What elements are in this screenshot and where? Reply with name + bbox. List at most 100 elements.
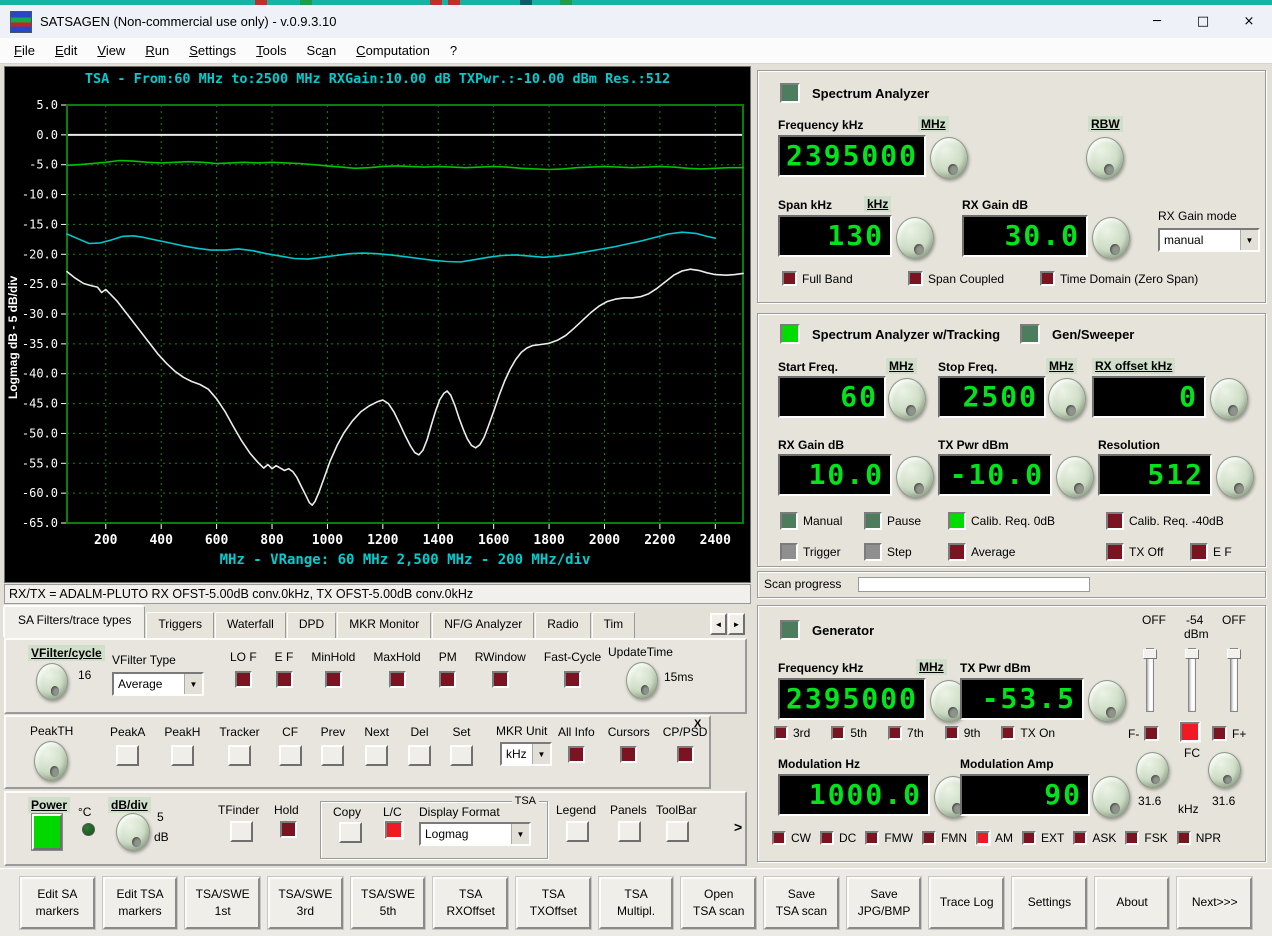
- checkbox-calib-req-40db[interactable]: Calib. Req. -40dB: [1106, 512, 1224, 530]
- menu-[interactable]: ?: [440, 39, 467, 62]
- button-open-tsa-scan[interactable]: OpenTSA scan: [681, 877, 756, 929]
- panel-close-button[interactable]: X: [694, 718, 701, 730]
- checkbox-calib-req-0db-box[interactable]: [948, 512, 966, 530]
- button-next[interactable]: [365, 745, 388, 766]
- meter-slider-center[interactable]: [1184, 648, 1201, 712]
- button-settings[interactable]: Settings: [1012, 877, 1087, 929]
- checkbox-cp-psd-box[interactable]: [677, 746, 694, 763]
- checkbox-fmw[interactable]: FMW: [865, 831, 913, 845]
- checkbox-lo-f[interactable]: LO F: [230, 650, 257, 688]
- chevron-down-icon[interactable]: ▼: [511, 824, 529, 844]
- checkbox-tx-off-box[interactable]: [1106, 543, 1124, 561]
- button-edit-sa-markers[interactable]: Edit SAmarkers: [20, 877, 95, 929]
- maximize-icon[interactable]: □: [1180, 5, 1226, 38]
- tab-waterfall[interactable]: Waterfall: [215, 612, 286, 638]
- sa-rbw-knob[interactable]: [1086, 137, 1124, 179]
- tab-dpd[interactable]: DPD: [287, 612, 336, 638]
- tab-tim[interactable]: Tim: [592, 612, 636, 638]
- checkbox-maxhold-box[interactable]: [389, 671, 406, 688]
- checkbox-pm-box[interactable]: [439, 671, 456, 688]
- menu-file[interactable]: File: [4, 39, 45, 62]
- checkbox-step[interactable]: Step: [864, 543, 912, 561]
- checkbox-cursors-box[interactable]: [620, 746, 637, 763]
- menu-scan[interactable]: Scan: [297, 39, 347, 62]
- meter-slider-left[interactable]: [1142, 648, 1159, 712]
- button-peaka[interactable]: [116, 745, 139, 766]
- button-tsa-swe-5th[interactable]: TSA/SWE5th: [351, 877, 426, 929]
- power-button[interactable]: [32, 814, 62, 850]
- vfilter-cycle-label[interactable]: VFilter/cycle: [28, 645, 105, 661]
- checkbox-tx-off[interactable]: TX Off: [1106, 543, 1163, 561]
- checkbox-cw-box[interactable]: [772, 831, 786, 845]
- checkbox-dc-box[interactable]: [820, 831, 834, 845]
- vfilter-type-select[interactable]: Average ▼: [112, 672, 204, 696]
- display-format-select[interactable]: Logmag ▼: [419, 822, 531, 846]
- button-set[interactable]: [450, 745, 473, 766]
- checkbox-time-domain-zero-span[interactable]: Time Domain (Zero Span): [1040, 271, 1198, 286]
- chevron-down-icon[interactable]: ▼: [184, 674, 202, 694]
- tab-sa-filters-trace-types[interactable]: SA Filters/trace types: [4, 606, 145, 638]
- checkbox-fsk-box[interactable]: [1125, 831, 1139, 845]
- button-save-tsa-scan[interactable]: SaveTSA scan: [764, 877, 839, 929]
- checkbox-cursors[interactable]: Cursors: [608, 725, 650, 763]
- sa-rbw-label[interactable]: RBW: [1088, 116, 1123, 132]
- button-tsa-rxoffset[interactable]: TSARXOffset: [433, 877, 508, 929]
- button-tsa-txoffset[interactable]: TSATXOffset: [516, 877, 591, 929]
- checkbox-3rd[interactable]: 3rd: [774, 726, 810, 740]
- modulation-amp-knob[interactable]: [1092, 776, 1130, 818]
- tsa-tx-pwr-knob[interactable]: [1056, 456, 1094, 498]
- button-cf[interactable]: [279, 745, 302, 766]
- close-icon[interactable]: ×: [1226, 5, 1272, 38]
- checkbox-full-band[interactable]: Full Band: [782, 271, 853, 286]
- chevron-down-icon[interactable]: ▼: [1240, 230, 1258, 250]
- checkbox-am[interactable]: AM: [976, 831, 1013, 845]
- checkbox-minhold-box[interactable]: [325, 671, 342, 688]
- menu-edit[interactable]: Edit: [45, 39, 87, 62]
- update-time-knob[interactable]: [626, 662, 658, 699]
- dbdiv-label[interactable]: dB/div: [108, 797, 151, 813]
- button-tsa-multipl[interactable]: TSAMultipl.: [599, 877, 674, 929]
- checkbox-pm[interactable]: PM: [439, 650, 457, 688]
- checkbox-hold-box[interactable]: [280, 821, 297, 838]
- checkbox-step-box[interactable]: [864, 543, 882, 561]
- checkbox-all-info[interactable]: All Info: [558, 725, 595, 763]
- tab-radio[interactable]: Radio: [535, 612, 590, 638]
- checkbox-npr-box[interactable]: [1177, 831, 1191, 845]
- checkbox-full-band-box[interactable]: [782, 271, 797, 286]
- stop-freq-knob[interactable]: [1048, 378, 1086, 420]
- checkbox-f[interactable]: F-: [1128, 726, 1159, 741]
- dbdiv-knob[interactable]: [116, 813, 150, 851]
- tab-scroll-left-icon[interactable]: ◄: [710, 613, 727, 635]
- vfilter-cycle-knob[interactable]: [36, 663, 68, 700]
- start-freq-unit-toggle[interactable]: MHz: [886, 358, 917, 374]
- checkbox-fast-cycle-box[interactable]: [564, 671, 581, 688]
- menu-settings[interactable]: Settings: [179, 39, 246, 62]
- peakth-knob[interactable]: [34, 741, 68, 781]
- checkbox-span-coupled[interactable]: Span Coupled: [908, 271, 1004, 286]
- checkbox-fmn-box[interactable]: [922, 831, 936, 845]
- f-plus-knob[interactable]: [1208, 752, 1241, 788]
- checkbox-e-f[interactable]: E F: [1190, 543, 1232, 561]
- gen-tx-pwr-knob[interactable]: [1088, 680, 1126, 722]
- spectrum-analyzer-enable-checkbox[interactable]: [780, 83, 800, 103]
- checkbox-lc-box[interactable]: [385, 821, 403, 839]
- button-trace-log[interactable]: Trace Log: [929, 877, 1004, 929]
- checkbox-ask-box[interactable]: [1073, 831, 1087, 845]
- button-about[interactable]: About: [1095, 877, 1170, 929]
- checkbox-am-box[interactable]: [976, 831, 990, 845]
- checkbox-e-f[interactable]: E F: [275, 650, 294, 688]
- checkbox-span-coupled-box[interactable]: [908, 271, 923, 286]
- checkbox-ask[interactable]: ASK: [1073, 831, 1116, 845]
- checkbox-ext-box[interactable]: [1022, 831, 1036, 845]
- power-label[interactable]: Power: [28, 797, 70, 813]
- checkbox-lo-f-box[interactable]: [235, 671, 252, 688]
- checkbox-trigger[interactable]: Trigger: [780, 543, 841, 561]
- checkbox-f[interactable]: F+: [1212, 726, 1246, 741]
- sa-span-knob[interactable]: [896, 217, 934, 259]
- checkbox-minhold[interactable]: MinHold: [311, 650, 355, 688]
- tsa-rx-gain-knob[interactable]: [896, 456, 934, 498]
- checkbox-7th[interactable]: 7th: [888, 726, 924, 740]
- checkbox-manual-box[interactable]: [780, 512, 798, 530]
- gen-sweeper-checkbox[interactable]: [1020, 324, 1040, 344]
- checkbox-pause[interactable]: Pause: [864, 512, 921, 530]
